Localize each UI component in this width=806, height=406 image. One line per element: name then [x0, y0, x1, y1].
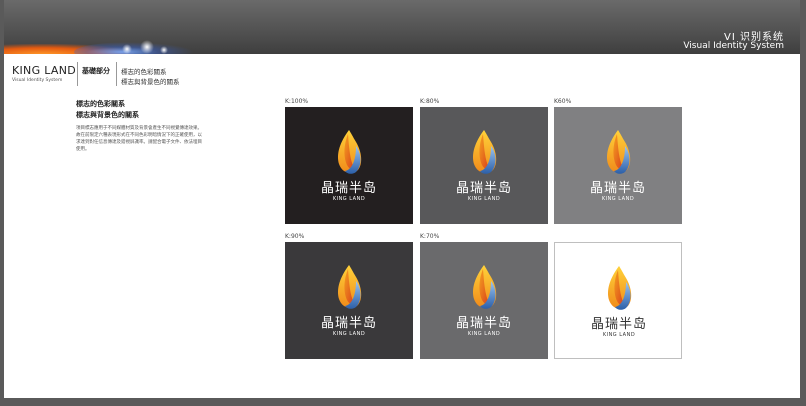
logo-chinese-text: 晶瑞半岛 — [455, 316, 512, 331]
logo-english-text: KING LAND — [601, 196, 635, 202]
swatch-tile: 晶瑞半岛 KING LAND — [554, 242, 682, 359]
logo-english-text: KING LAND — [332, 331, 366, 337]
flame-logo-icon — [608, 266, 632, 310]
logo-chinese-text: 晶瑞半岛 — [455, 181, 512, 196]
swatch-tile: 晶瑞半岛 KING LAND — [285, 107, 413, 224]
swatch-tile: 晶瑞半岛 KING LAND — [554, 107, 682, 224]
header-title-en: Visual Identity System — [683, 41, 784, 51]
swatch-label: K:80% — [420, 98, 440, 105]
logo-english-text: KING LAND — [332, 196, 366, 202]
page-header: VI 识别系统 Visual Identity System — [4, 0, 800, 58]
logo-chinese-text: 晶瑞半岛 — [589, 181, 646, 196]
vi-manual-page: VI 识别系统 Visual Identity System KING LAND… — [0, 0, 806, 406]
section-label: 基礎部分 — [82, 67, 110, 75]
frame-bottom — [0, 398, 806, 406]
color-swatch: K60% 晶瑞半岛 KING LAND — [554, 98, 682, 224]
logo-english-text: KING LAND — [467, 331, 501, 337]
frame-right — [800, 0, 806, 406]
sparkle-icon — [140, 40, 154, 54]
color-swatch: K:70% 晶瑞半岛 KING LAND — [420, 233, 548, 359]
swatch-label: K:100% — [285, 98, 309, 105]
logo-chinese-text: 晶瑞半岛 — [320, 316, 377, 331]
logo-english-text: KING LAND — [467, 196, 501, 202]
flame-logo-icon — [607, 130, 631, 174]
flame-logo-icon — [473, 265, 497, 309]
logo-chinese-text: 晶瑞半岛 — [590, 317, 647, 332]
brand-subtitle: Visual Identity System — [12, 78, 63, 83]
brand-name: KING LAND — [12, 64, 77, 77]
header-vertical-divider — [77, 62, 78, 86]
breadcrumb-line-2: 標志與背景色的關系 — [121, 78, 180, 86]
swatch-tile: 晶瑞半岛 KING LAND — [420, 107, 548, 224]
sparkle-icon — [160, 46, 168, 54]
header-vertical-divider — [116, 62, 117, 86]
flame-logo-icon — [473, 130, 497, 174]
logo-chinese-text: 晶瑞半岛 — [320, 181, 377, 196]
swatch-tile: 晶瑞半岛 KING LAND — [285, 242, 413, 359]
content-title-1: 標志的色彩關系 — [76, 100, 125, 108]
content-description: 項目標志應用于不同媒體材質及背景會產生不同視覺傳達效果。故在前限定六種表現形式在… — [76, 126, 202, 152]
color-swatch: K:80% 晶瑞半岛 KING LAND — [420, 98, 548, 224]
frame-left — [0, 0, 4, 406]
color-swatch: K:90% 晶瑞半岛 KING LAND — [285, 233, 413, 359]
swatch-label: K:90% — [285, 233, 305, 240]
sparkle-icon — [122, 44, 132, 54]
brand-logo: KING LAND Visual Identity System — [12, 64, 76, 83]
breadcrumb-line-1: 標志的色彩關系 — [121, 68, 167, 76]
swatch-label: K60% — [554, 98, 572, 105]
color-swatch: K:100% 晶瑞半岛 KING LAND — [285, 98, 413, 224]
swatch-label: K:70% — [420, 233, 440, 240]
color-swatch: 晶瑞半岛 KING LAND — [554, 242, 682, 359]
swatch-tile: 晶瑞半岛 KING LAND — [420, 242, 548, 359]
flame-logo-icon — [338, 130, 362, 174]
content-title-2: 標志與背景色的關系 — [76, 111, 139, 119]
flame-logo-icon — [338, 265, 362, 309]
header-divider — [4, 54, 800, 58]
logo-english-text: KING LAND — [602, 332, 636, 338]
